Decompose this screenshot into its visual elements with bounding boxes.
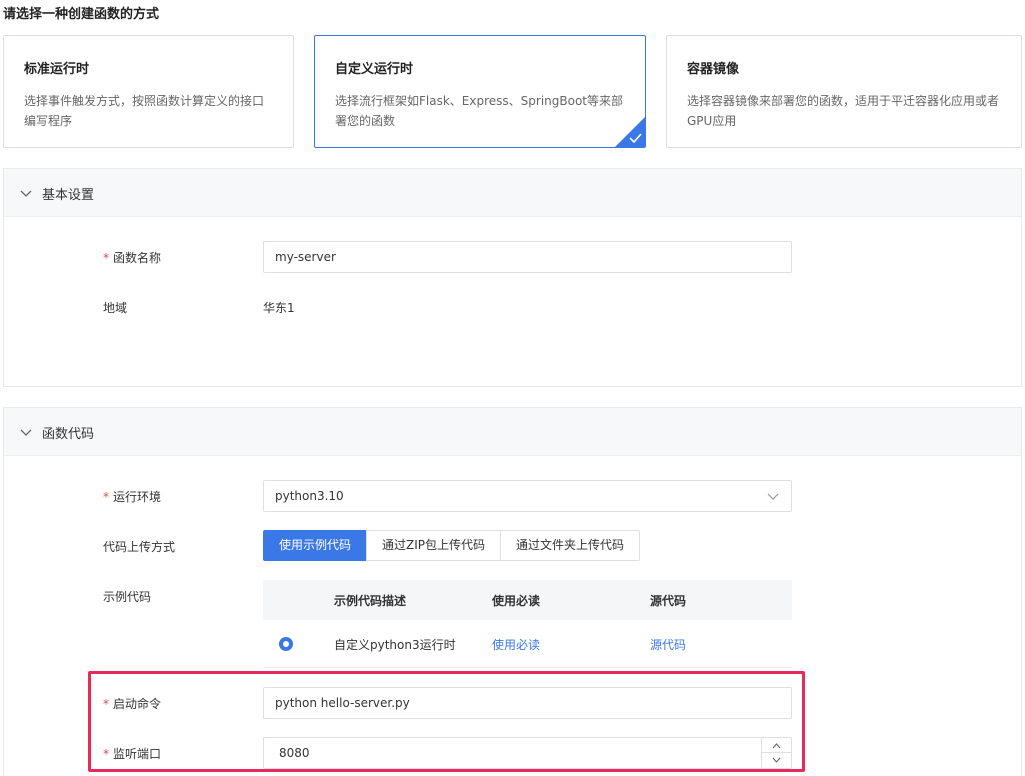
port-value: 8080 [279, 746, 310, 760]
runtime-label: * 运行环境 [103, 488, 161, 505]
selected-check-icon [615, 117, 645, 147]
method-card-container-image[interactable]: 容器镜像 选择容器镜像来部署您的函数，适用于平迁容器化应用或者GPU应用 [666, 35, 1022, 148]
label-text: 函数名称 [113, 251, 162, 265]
column-header-readme: 使用必读 [492, 594, 541, 608]
basic-settings-header[interactable]: 基本设置 [4, 169, 1021, 217]
label-text: 示例代码 [103, 590, 152, 604]
card-title: 自定义运行时 [335, 62, 414, 77]
label-text: 代码上传方式 [103, 540, 176, 554]
runtime-select[interactable]: python3.10 [263, 480, 792, 512]
function-code-header[interactable]: 函数代码 [4, 408, 1021, 456]
label-text: 地域 [103, 301, 128, 315]
label-text: 监听端口 [113, 747, 162, 761]
upload-sample-code-button[interactable]: 使用示例代码 [263, 530, 368, 561]
method-card-custom-runtime[interactable]: 自定义运行时 选择流行框架如Flask、Express、SpringBoot等来… [314, 35, 646, 148]
sample-description: 自定义python3运行时 [334, 638, 456, 652]
function-name-input[interactable]: my-server [263, 241, 792, 273]
chevron-down-icon [767, 493, 779, 500]
basic-settings-panel: 基本设置 [3, 168, 1022, 387]
listen-port-label: * 监听端口 [103, 745, 161, 762]
label-text: 启动命令 [113, 697, 162, 711]
card-title: 标准运行时 [24, 62, 90, 77]
label-text: 运行环境 [113, 490, 162, 504]
source-code-link[interactable]: 源代码 [650, 636, 686, 653]
required-mark: * [103, 747, 109, 761]
chevron-up-icon [772, 743, 781, 749]
panel-title: 基本设置 [42, 188, 95, 203]
table-row[interactable]: 自定义python3运行时 使用必读 源代码 [263, 620, 792, 668]
column-header-source: 源代码 [650, 594, 687, 608]
upload-method-label: 代码上传方式 [103, 538, 175, 555]
increment-button[interactable] [762, 738, 791, 753]
listen-port-input[interactable]: 8080 [263, 737, 792, 769]
runtime-selected-value: python3.10 [275, 489, 344, 503]
chevron-down-icon[interactable] [19, 186, 33, 200]
region-value: 华东1 [263, 301, 295, 315]
required-mark: * [103, 251, 109, 265]
port-stepper [761, 738, 791, 768]
panel-title: 函数代码 [42, 427, 95, 442]
start-command-input[interactable]: python hello-server.py [263, 687, 792, 719]
card-description: 选择事件触发方式，按照函数计算定义的接口编写程序 [24, 94, 265, 128]
method-card-standard-runtime[interactable]: 标准运行时 选择事件触发方式，按照函数计算定义的接口编写程序 [3, 35, 294, 148]
upload-folder-button[interactable]: 通过文件夹上传代码 [500, 530, 641, 561]
table-header: 示例代码描述 使用必读 源代码 [263, 580, 792, 620]
required-mark: * [103, 490, 109, 504]
chevron-down-icon [772, 757, 781, 763]
card-title: 容器镜像 [687, 62, 740, 77]
card-description: 选择流行框架如Flask、Express、SpringBoot等来部署您的函数 [335, 94, 623, 128]
sample-code-label: 示例代码 [103, 588, 151, 605]
upload-zip-button[interactable]: 通过ZIP包上传代码 [366, 530, 502, 561]
page-title: 请选择一种创建函数的方式 [3, 7, 160, 22]
decrement-button[interactable] [762, 753, 791, 768]
chevron-down-icon[interactable] [19, 425, 33, 439]
upload-method-group: 使用示例代码 通过ZIP包上传代码 通过文件夹上传代码 [263, 530, 641, 561]
column-header-description: 示例代码描述 [334, 594, 407, 608]
readme-link[interactable]: 使用必读 [492, 636, 540, 653]
function-name-label: * 函数名称 [103, 249, 161, 266]
region-label: 地域 [103, 299, 127, 316]
radio-selected[interactable] [279, 637, 293, 651]
start-command-label: * 启动命令 [103, 695, 161, 712]
card-description: 选择容器镜像来部署您的函数，适用于平迁容器化应用或者GPU应用 [687, 94, 1000, 128]
sample-code-table: 示例代码描述 使用必读 源代码 自定义python3运行时 使用必读 源代码 [263, 580, 792, 668]
required-mark: * [103, 697, 109, 711]
